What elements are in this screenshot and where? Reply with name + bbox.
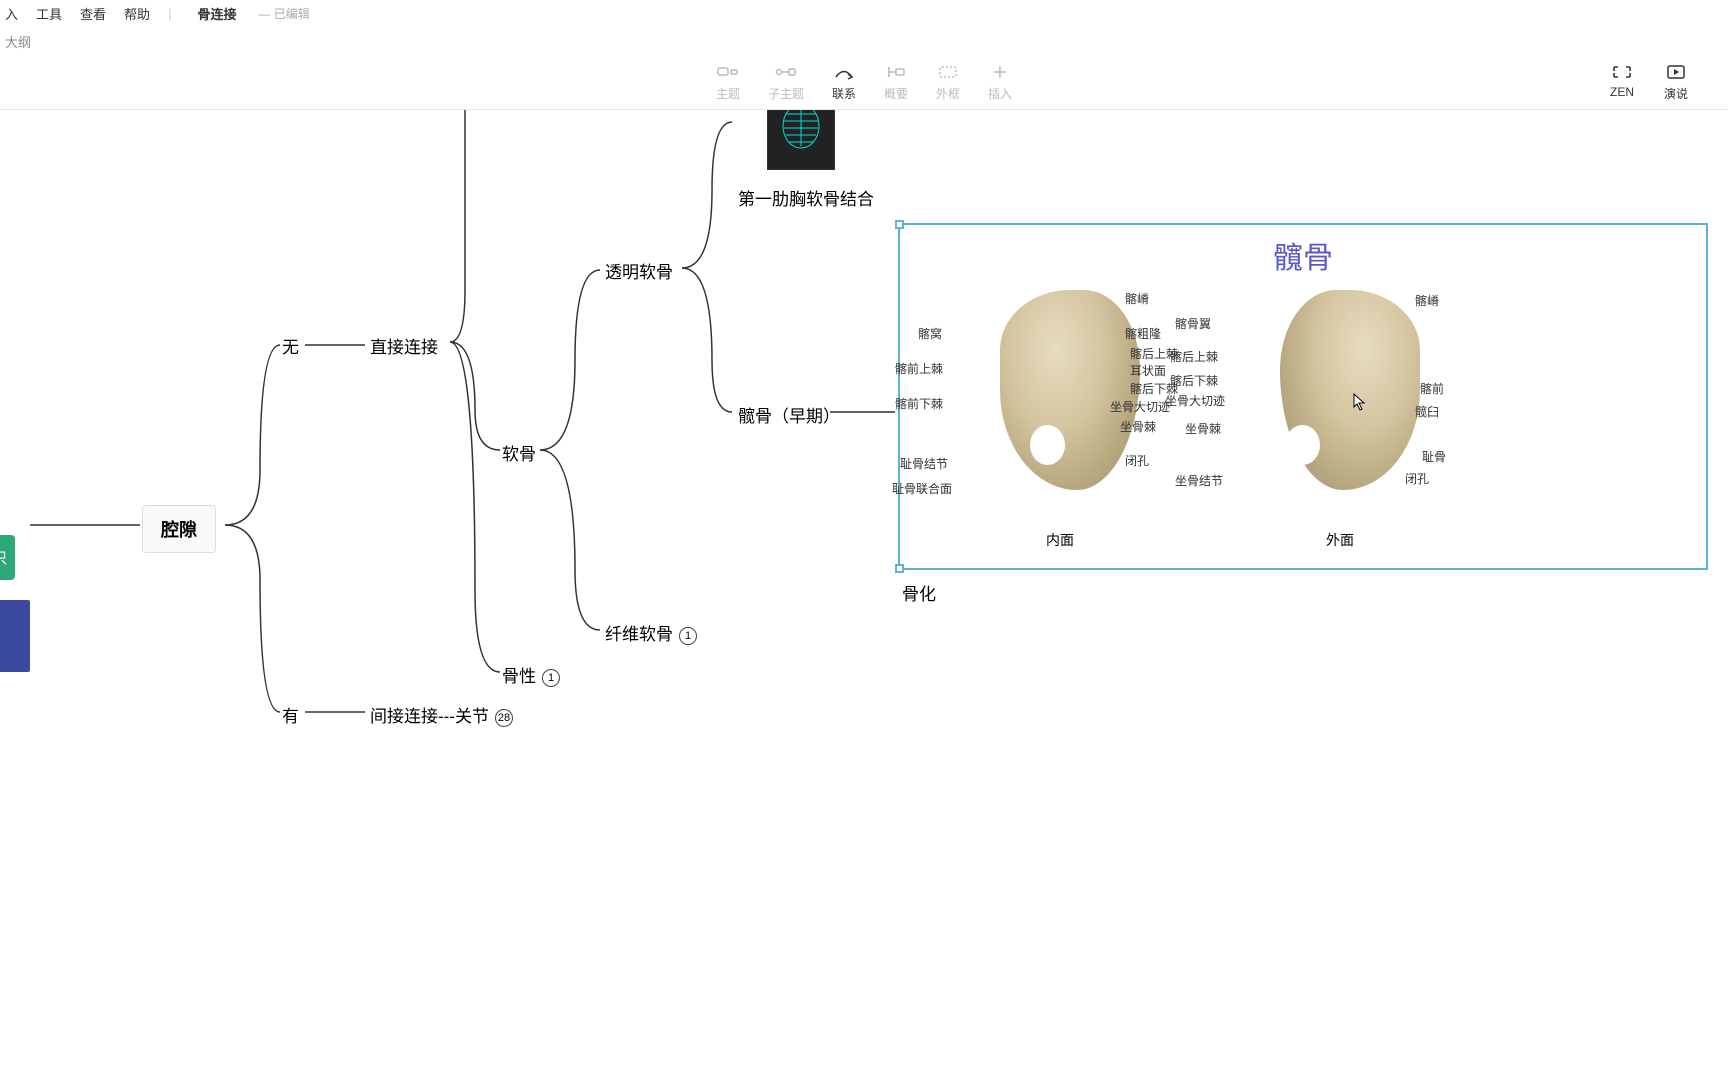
hip-view-medial: 内面 [1046, 530, 1074, 550]
cursor-icon [1353, 393, 1367, 411]
tool-relationship[interactable]: 联系 [832, 63, 856, 102]
zen-icon [1611, 63, 1633, 81]
node-fibro[interactable]: 纤维软骨1 [605, 620, 697, 645]
topic-icon [717, 63, 739, 81]
mindmap-canvas[interactable]: 只 腔隙 无 直接连接 软骨 透明软骨 纤维软骨1 骨性1 有 间接连接---关… [0, 110, 1728, 1080]
menu-tools[interactable]: 工具 [36, 4, 62, 23]
hip-lateral-view: 髂骨翼 髂后上棘 髂后下棘 坐骨大切迹 坐骨棘 坐骨结节 髂嵴 髂前 髋臼 耻骨… [1230, 280, 1450, 520]
tabbar: 大纲 [0, 26, 1728, 56]
toolbar: 主题 子主题 联系 概要 外框 插入 ZEN 演说 [0, 56, 1728, 110]
resize-handle-bl[interactable] [895, 564, 904, 573]
hip-title: 髖骨 [1273, 233, 1333, 277]
node-direct[interactable]: 直接连接 [370, 333, 438, 358]
node-hip-early[interactable]: 髋骨（早期） [738, 402, 840, 427]
tool-insert[interactable]: 插入 [988, 63, 1012, 102]
summary-icon [885, 63, 907, 81]
menu-insert[interactable]: 入 [5, 4, 18, 23]
node-hyaline[interactable]: 透明软骨 [605, 258, 673, 283]
relation-icon [833, 63, 855, 81]
node-cavity[interactable]: 腔隙 [142, 505, 216, 553]
play-icon [1665, 63, 1687, 81]
badge-28: 28 [495, 709, 513, 727]
tool-pitch[interactable]: 演说 [1664, 63, 1688, 102]
tool-boundary[interactable]: 外框 [936, 63, 960, 102]
node-rib1[interactable]: 第一肋胸软骨结合 [738, 185, 874, 210]
tab-outline[interactable]: 大纲 [5, 32, 31, 51]
tool-summary[interactable]: 概要 [884, 63, 908, 102]
boundary-icon [937, 63, 959, 81]
node-ossify[interactable]: 骨化 [902, 580, 936, 605]
document-title: 骨连接 [197, 4, 236, 23]
hip-medial-view: 髂窝 髂前上棘 髂前下棘 耻骨结节 耻骨联合面 髂嵴 髂粗隆 髂后上棘 耳状面 … [950, 280, 1170, 520]
tool-zen[interactable]: ZEN [1610, 63, 1634, 102]
document-status: — 已编辑 [258, 5, 309, 22]
menubar: 入 工具 查看 帮助 | 骨连接 — 已编辑 [0, 0, 1728, 26]
plus-icon [989, 63, 1011, 81]
hip-view-lateral: 外面 [1326, 530, 1354, 550]
node-yes[interactable]: 有 [282, 702, 299, 727]
node-indirect[interactable]: 间接连接---关节28 [370, 702, 513, 727]
node-left-green[interactable]: 只 [0, 535, 15, 580]
menu-help[interactable]: 帮助 [124, 4, 150, 23]
node-none[interactable]: 无 [282, 333, 299, 358]
node-cartilage[interactable]: 软骨 [502, 440, 536, 465]
tool-subtopic[interactable]: 子主题 [768, 63, 804, 102]
selected-image-hip[interactable]: 髖骨 髂窝 髂前上棘 髂前下棘 耻骨结节 耻骨联合面 髂嵴 髂粗隆 髂后上棘 耳… [898, 223, 1708, 570]
subtopic-icon [775, 63, 797, 81]
node-root[interactable] [0, 600, 30, 672]
node-bony[interactable]: 骨性1 [502, 662, 560, 687]
menu-view[interactable]: 查看 [80, 4, 106, 23]
tool-topic[interactable]: 主题 [716, 63, 740, 102]
badge-1: 1 [679, 627, 697, 645]
resize-handle-tl[interactable] [895, 220, 904, 229]
thumbnail-ribcage[interactable] [767, 110, 835, 170]
badge-1b: 1 [542, 669, 560, 687]
